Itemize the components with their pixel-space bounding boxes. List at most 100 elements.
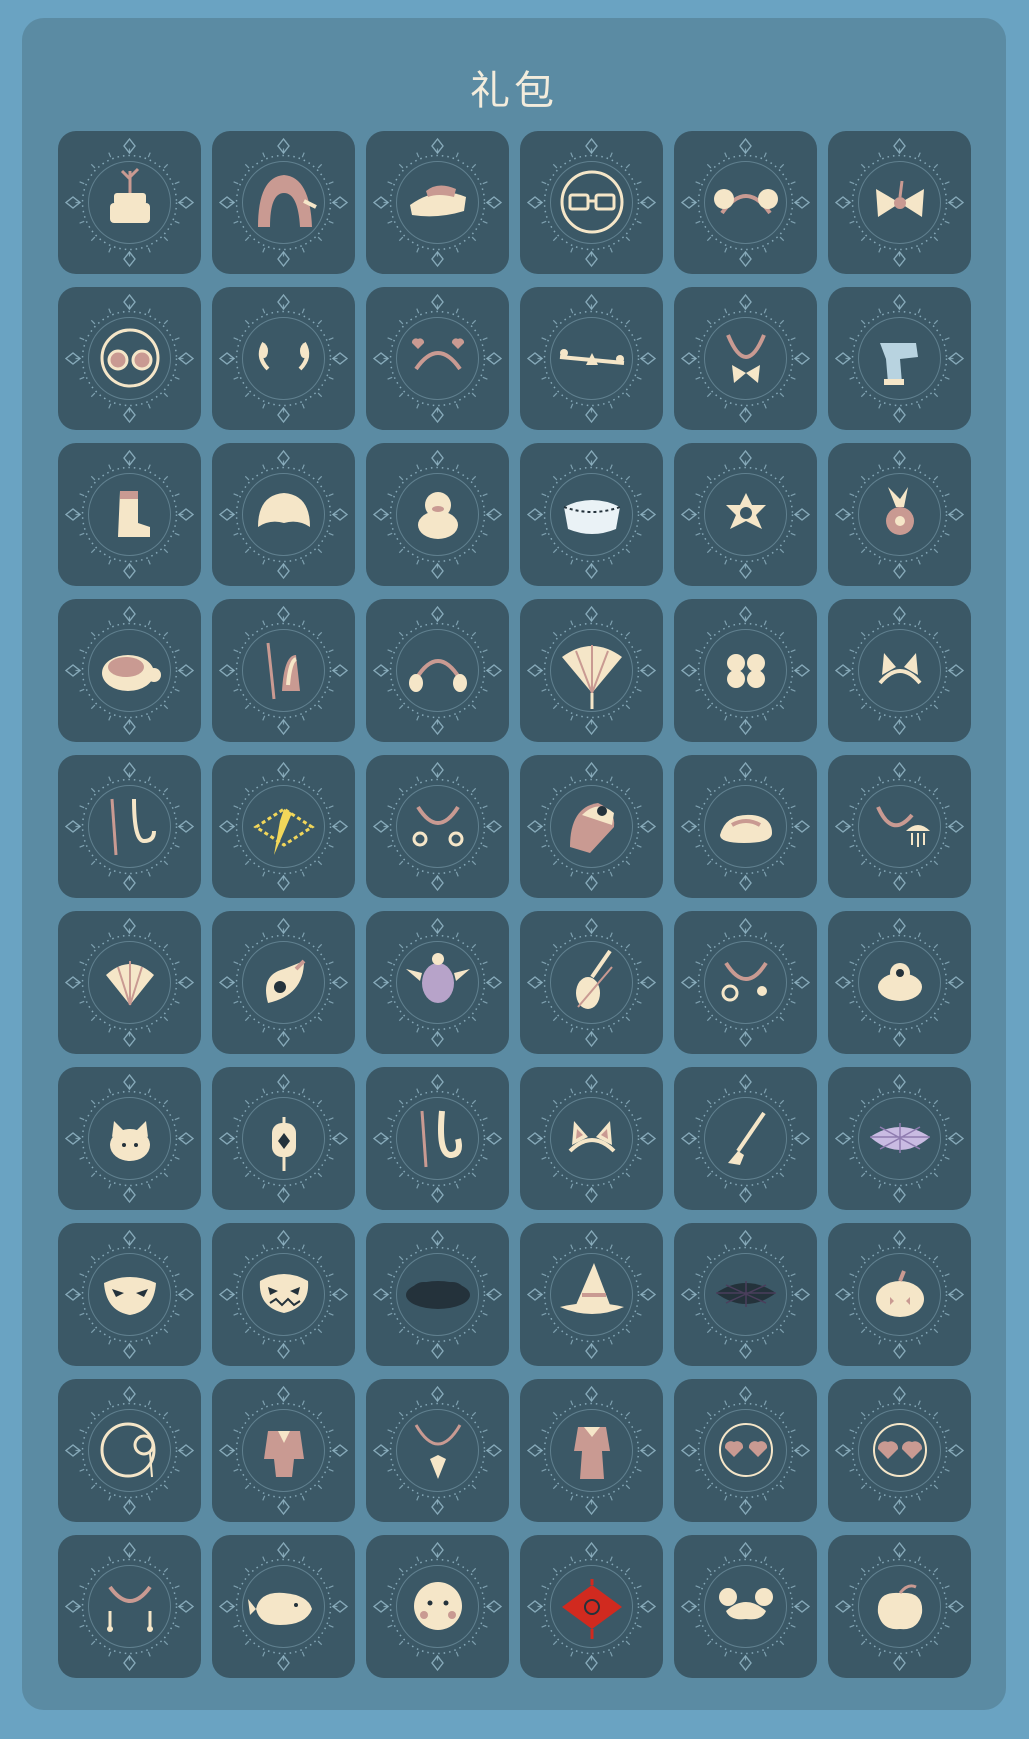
item-slot[interactable] <box>58 1379 201 1522</box>
item-slot[interactable] <box>674 755 817 898</box>
item-slot[interactable] <box>828 1535 971 1678</box>
item-slot[interactable] <box>366 443 509 586</box>
item-slot[interactable] <box>520 443 663 586</box>
item-slot[interactable] <box>366 287 509 430</box>
double-buns-icon <box>680 1541 811 1672</box>
item-slot[interactable] <box>674 599 817 742</box>
bow-icon <box>834 137 965 268</box>
bow-necklace-icon <box>680 293 811 424</box>
item-slot[interactable] <box>366 1379 509 1522</box>
item-slot[interactable] <box>520 131 663 274</box>
item-slot[interactable] <box>674 1535 817 1678</box>
sun-earrings-icon <box>372 761 503 892</box>
cape-icon <box>526 449 657 580</box>
round-glasses-icon <box>64 293 195 424</box>
item-slot[interactable] <box>520 1379 663 1522</box>
item-slot[interactable] <box>828 1223 971 1366</box>
sun-hat-icon <box>526 761 657 892</box>
heart-sunglasses-icon <box>834 1385 965 1516</box>
item-slot[interactable] <box>366 1223 509 1366</box>
item-slot[interactable] <box>58 131 201 274</box>
item-slot[interactable] <box>674 1223 817 1366</box>
hoop-earrings-icon <box>680 917 811 1048</box>
horn-necklace-icon <box>218 605 349 736</box>
item-slot[interactable] <box>58 443 201 586</box>
hair-icon <box>218 449 349 580</box>
turtle-icon <box>64 605 195 736</box>
outfit-icon <box>526 1385 657 1516</box>
item-slot[interactable] <box>828 287 971 430</box>
item-slot[interactable] <box>674 911 817 1054</box>
item-slot[interactable] <box>366 599 509 742</box>
broom-icon <box>680 1073 811 1204</box>
spider-web-icon <box>834 1073 965 1204</box>
clover-icon <box>680 605 811 736</box>
item-slot[interactable] <box>828 443 971 586</box>
item-slot[interactable] <box>520 1067 663 1210</box>
item-slot[interactable] <box>520 911 663 1054</box>
bead-earrings-icon <box>64 1541 195 1672</box>
potted-plant-icon <box>64 137 195 268</box>
boot-icon <box>64 449 195 580</box>
item-slot[interactable] <box>212 911 355 1054</box>
heart-glasses-icon <box>680 1385 811 1516</box>
item-slot[interactable] <box>212 755 355 898</box>
item-slot[interactable] <box>58 287 201 430</box>
item-slot[interactable] <box>674 1067 817 1210</box>
item-slot[interactable] <box>366 131 509 274</box>
item-slot[interactable] <box>212 131 355 274</box>
pumpkin-mask-icon <box>218 1229 349 1360</box>
item-slot[interactable] <box>212 1067 355 1210</box>
item-slot[interactable] <box>520 1535 663 1678</box>
item-slot[interactable] <box>828 755 971 898</box>
item-slot[interactable] <box>520 1223 663 1366</box>
item-slot[interactable] <box>212 287 355 430</box>
item-slot[interactable] <box>212 1535 355 1678</box>
pumpkin-icon <box>834 1229 965 1360</box>
sandal-icon <box>680 761 811 892</box>
item-slot[interactable] <box>366 911 509 1054</box>
item-slot[interactable] <box>212 443 355 586</box>
glasses-icon <box>526 137 657 268</box>
page-title: 礼包 <box>470 68 558 114</box>
item-slot[interactable] <box>520 755 663 898</box>
item-slot[interactable] <box>212 599 355 742</box>
item-slot[interactable] <box>520 599 663 742</box>
item-slot[interactable] <box>58 1535 201 1678</box>
hood-icon <box>218 137 349 268</box>
jellyfish-necklace-icon <box>834 761 965 892</box>
hook-necklace-icon <box>64 761 195 892</box>
item-slot[interactable] <box>58 1223 201 1366</box>
cat-ears-icon <box>526 1073 657 1204</box>
item-slot[interactable] <box>58 1067 201 1210</box>
scarf-icon <box>834 293 965 424</box>
item-slot[interactable] <box>674 287 817 430</box>
item-slot[interactable] <box>674 443 817 586</box>
item-slot[interactable] <box>828 1379 971 1522</box>
item-slot[interactable] <box>58 911 201 1054</box>
fan-icon <box>526 605 657 736</box>
whale-icon <box>218 1541 349 1672</box>
item-slot[interactable] <box>366 755 509 898</box>
item-slot[interactable] <box>58 755 201 898</box>
item-slot[interactable] <box>828 1067 971 1210</box>
item-slot[interactable] <box>212 1223 355 1366</box>
heart-headband-icon <box>372 293 503 424</box>
tie-necklace-icon <box>372 1385 503 1516</box>
item-slot[interactable] <box>828 599 971 742</box>
gift-pack-panel: 礼包 <box>22 18 1006 1710</box>
sea-turtle-icon <box>372 917 503 1048</box>
item-slot[interactable] <box>212 1379 355 1522</box>
seesaw-icon <box>526 293 657 424</box>
item-slot[interactable] <box>366 1535 509 1678</box>
item-slot[interactable] <box>674 131 817 274</box>
item-slot[interactable] <box>366 1067 509 1210</box>
flower-hairpin-icon <box>834 449 965 580</box>
item-slot[interactable] <box>58 599 201 742</box>
item-slot[interactable] <box>674 1379 817 1522</box>
item-slot[interactable] <box>828 911 971 1054</box>
laurel-icon <box>218 293 349 424</box>
item-slot[interactable] <box>520 287 663 430</box>
dark-cloud-icon <box>372 1229 503 1360</box>
item-slot[interactable] <box>828 131 971 274</box>
